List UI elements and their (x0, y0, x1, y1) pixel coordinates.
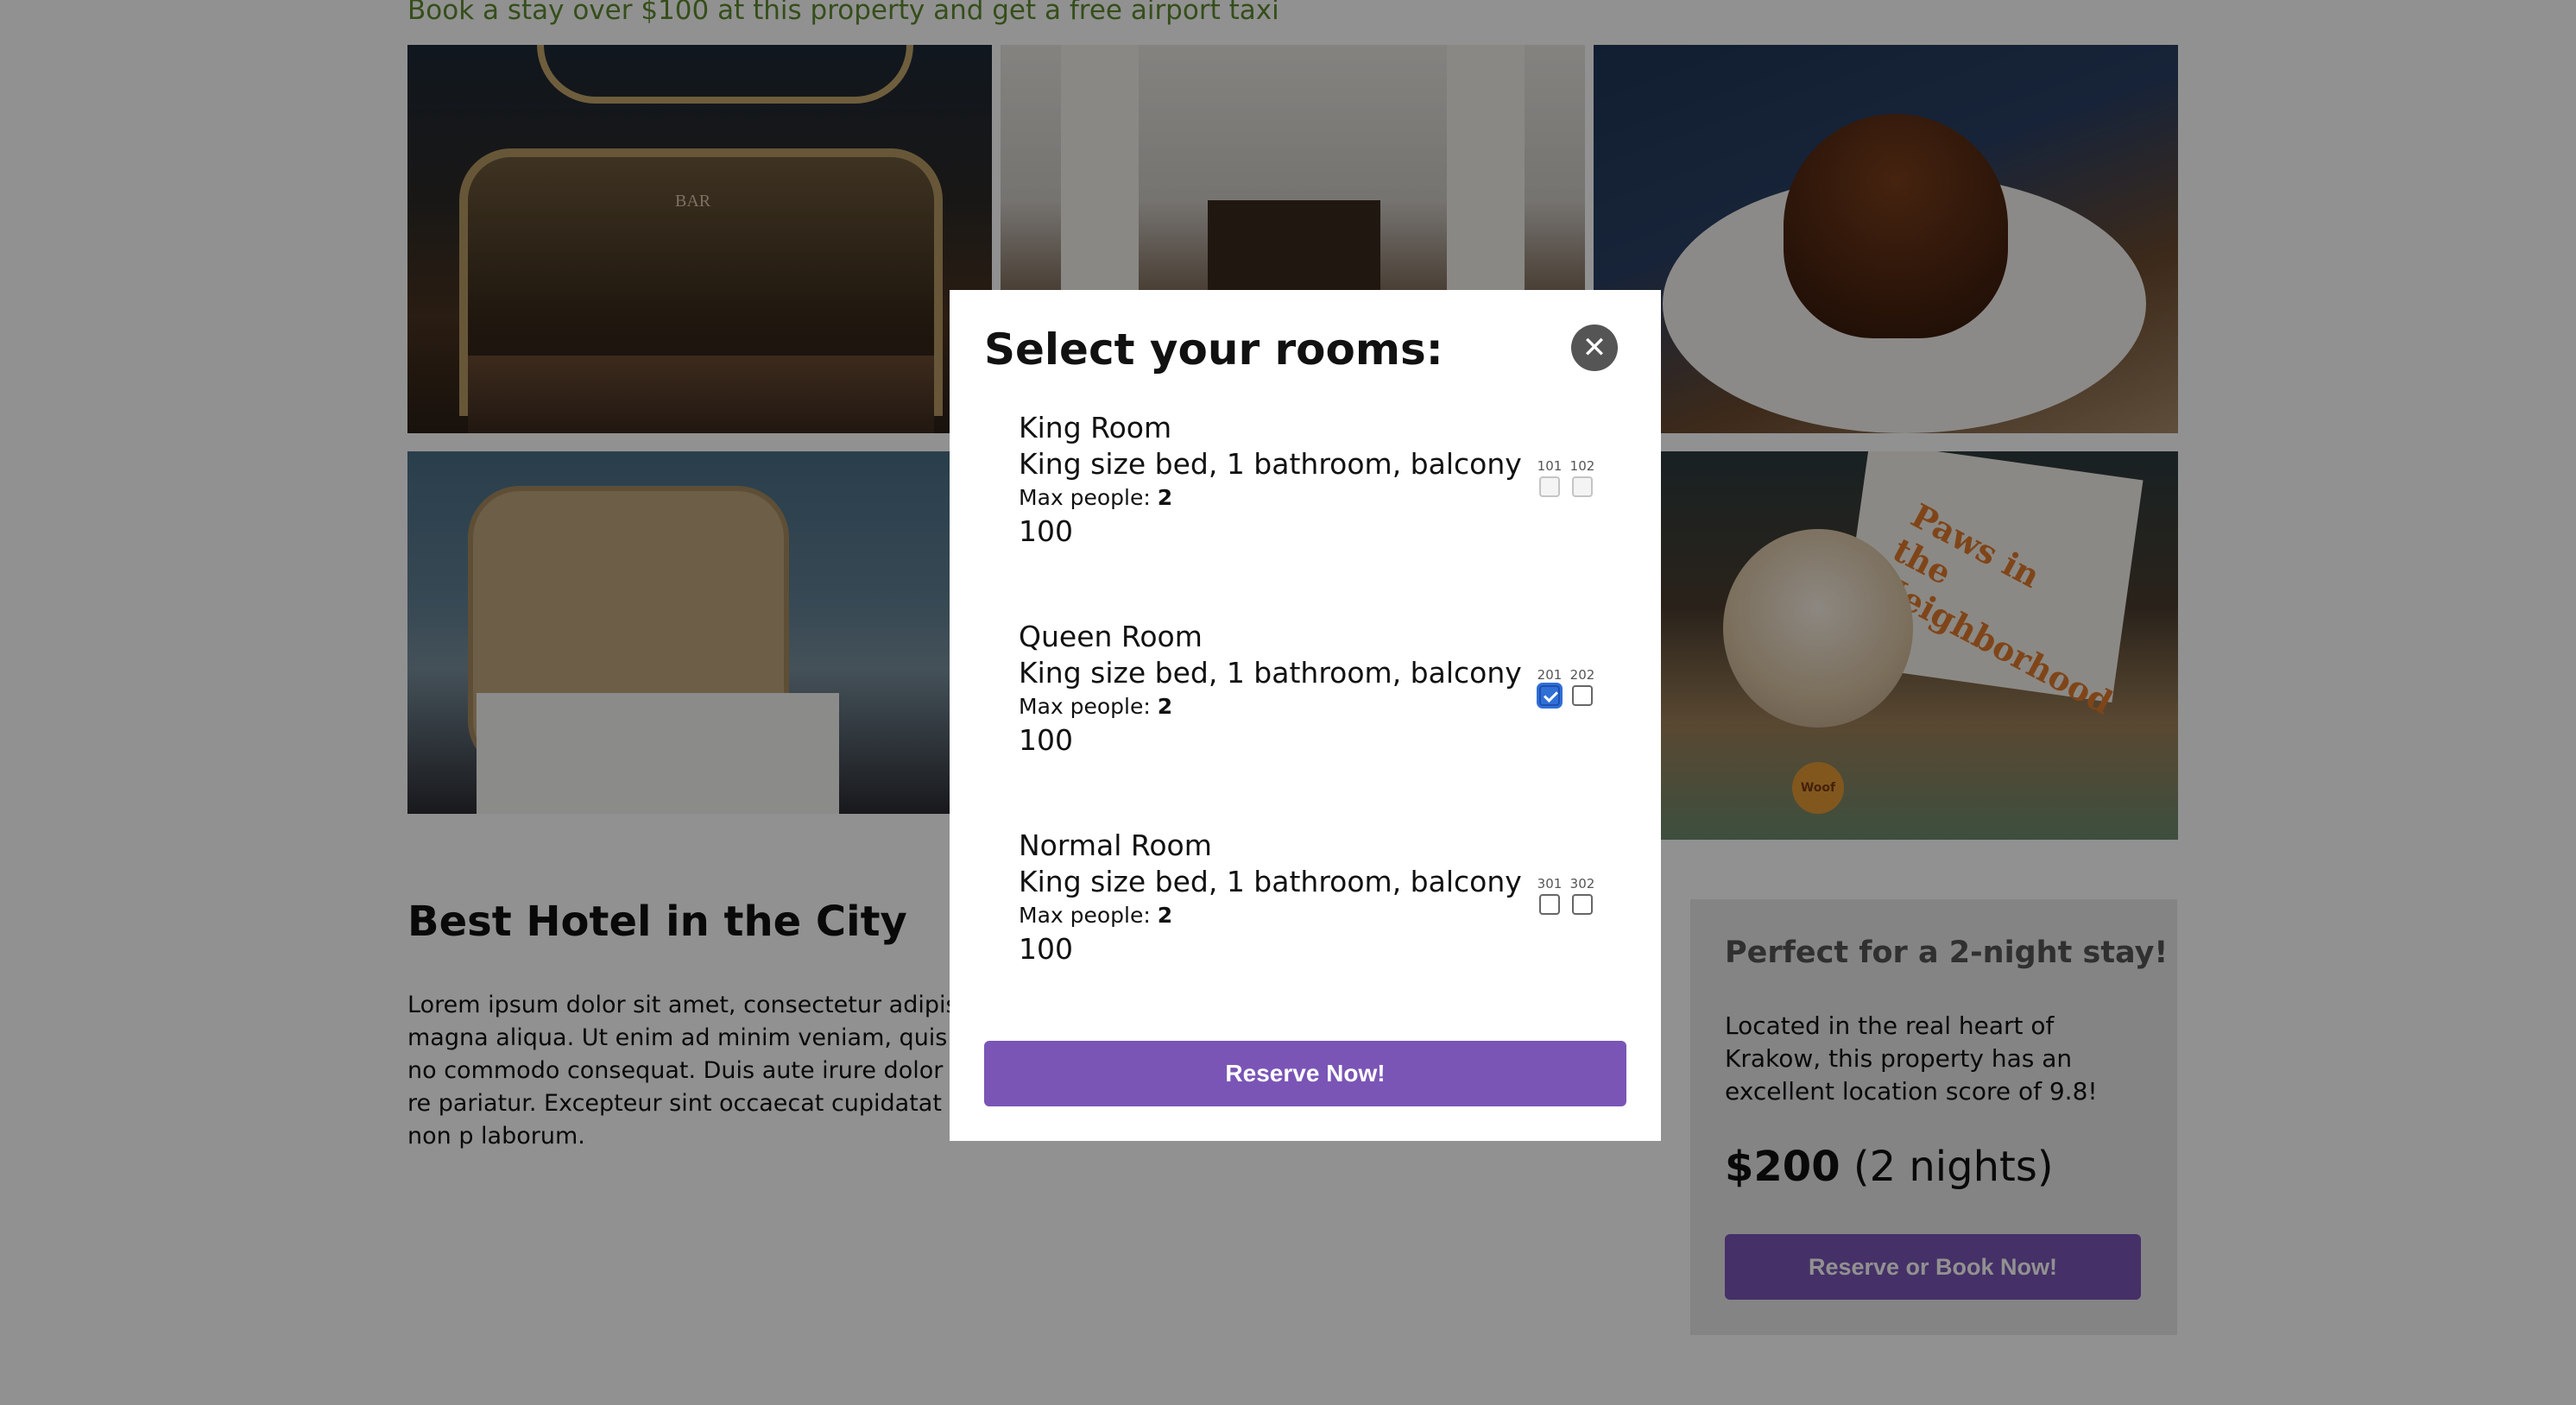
room-number-checkbox[interactable] (1572, 476, 1593, 497)
reserve-now-button[interactable]: Reserve Now! (984, 1041, 1626, 1106)
room-name: King Room (1019, 411, 1172, 444)
room-description: King size bed, 1 bathroom, balcony (1019, 656, 1522, 690)
room-number-selector: 301 302 (1537, 877, 1595, 915)
modal-title: Select your rooms: (984, 324, 1443, 375)
room-price: 100 (1019, 723, 1073, 757)
room-item: Queen Room King size bed, 1 bathroom, ba… (1019, 620, 1623, 758)
room-name: Queen Room (1019, 620, 1203, 653)
room-max-people: Max people: 2 (1019, 901, 1623, 930)
close-button[interactable]: ✕ (1571, 324, 1618, 371)
max-people-value: 2 (1157, 903, 1173, 928)
room-number-option: 202 (1569, 668, 1595, 706)
close-icon: ✕ (1582, 331, 1607, 365)
room-number-checkbox[interactable] (1539, 894, 1560, 915)
room-number-selector: 101 102 (1537, 459, 1595, 497)
room-number-option: 101 (1537, 459, 1563, 497)
room-number-label: 201 (1537, 667, 1563, 683)
room-number-option: 301 (1537, 877, 1563, 915)
room-number-checkbox[interactable] (1539, 476, 1560, 497)
room-number-label: 302 (1569, 876, 1595, 892)
room-number-checkbox[interactable] (1572, 894, 1593, 915)
max-people-value: 2 (1157, 485, 1173, 510)
room-number-selector: 201 202 (1537, 668, 1595, 706)
select-rooms-modal: Select your rooms: ✕ King Room King size… (950, 290, 1661, 1141)
room-number-option: 102 (1569, 459, 1595, 497)
room-number-option: 302 (1569, 877, 1595, 915)
room-max-people: Max people: 2 (1019, 483, 1623, 513)
room-number-label: 202 (1569, 667, 1595, 683)
room-number-label: 102 (1569, 458, 1595, 474)
max-people-value: 2 (1157, 694, 1173, 719)
room-price: 100 (1019, 514, 1073, 548)
room-name: Normal Room (1019, 829, 1212, 862)
room-number-label: 301 (1537, 876, 1563, 892)
max-people-label: Max people: (1019, 903, 1151, 928)
room-price: 100 (1019, 932, 1073, 966)
room-description: King size bed, 1 bathroom, balcony (1019, 447, 1522, 481)
room-max-people: Max people: 2 (1019, 692, 1623, 721)
max-people-label: Max people: (1019, 694, 1151, 719)
room-number-label: 101 (1537, 458, 1563, 474)
room-number-checkbox[interactable] (1539, 685, 1560, 706)
max-people-label: Max people: (1019, 485, 1151, 510)
room-item: Normal Room King size bed, 1 bathroom, b… (1019, 829, 1623, 967)
room-number-option: 201 (1537, 668, 1563, 706)
room-number-checkbox[interactable] (1572, 685, 1593, 706)
room-item: King Room King size bed, 1 bathroom, bal… (1019, 411, 1623, 549)
room-description: King size bed, 1 bathroom, balcony (1019, 865, 1522, 898)
